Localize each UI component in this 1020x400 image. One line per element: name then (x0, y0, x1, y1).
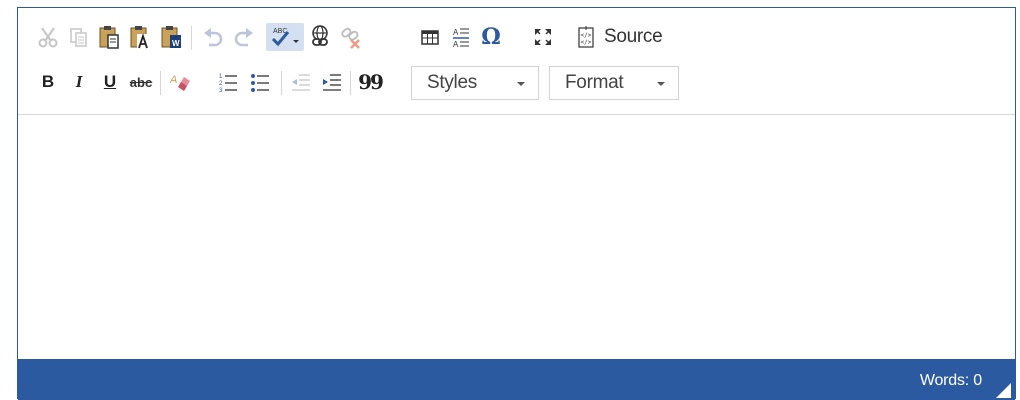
numbered-list-icon: 1 2 3 (219, 74, 237, 94)
svg-text:A: A (169, 74, 177, 86)
source-button[interactable]: </> </> Source (574, 23, 663, 51)
strikethrough-button[interactable]: abc (126, 68, 156, 96)
indent-icon (323, 74, 341, 91)
paste-button[interactable] (97, 23, 123, 51)
paste-from-word-button[interactable]: W (159, 23, 185, 51)
blockquote-button[interactable]: 99 (357, 68, 384, 96)
svg-text:3: 3 (219, 88, 223, 94)
toolbar-separator (350, 71, 351, 95)
copy-icon (70, 28, 87, 47)
format-dropdown-value: Format (565, 72, 624, 93)
unlink-icon (341, 27, 360, 49)
special-character-icon: Ω (481, 24, 501, 50)
paste-text-button[interactable] (128, 23, 154, 51)
indent-button[interactable] (319, 68, 345, 96)
svg-text:</>: </> (581, 32, 592, 39)
resize-handle-icon[interactable] (996, 383, 1011, 398)
svg-text:A: A (453, 40, 459, 49)
cut-icon (38, 27, 58, 48)
bold-button[interactable]: B (35, 68, 61, 96)
copy-button[interactable] (66, 23, 92, 51)
cut-button[interactable] (35, 23, 61, 51)
styles-dropdown-value: Styles (427, 72, 477, 93)
blockquote-icon: 99 (358, 70, 384, 94)
special-character-button[interactable]: Ω (478, 23, 504, 51)
italic-icon: I (75, 72, 83, 91)
bold-icon: B (41, 72, 55, 91)
source-icon: </> </> (578, 26, 594, 48)
spellcheck-icon: ABC (271, 28, 299, 47)
italic-button[interactable]: I (66, 68, 92, 96)
toolbar-separator (191, 26, 192, 50)
source-label: Source (604, 26, 663, 47)
svg-text:1: 1 (219, 74, 223, 80)
underline-icon: U (103, 72, 117, 91)
paste-from-word-icon: W (161, 26, 181, 48)
table-button[interactable] (417, 23, 443, 51)
link-icon (312, 25, 328, 46)
remove-format-icon: A (169, 74, 190, 91)
horizontal-rule-icon: A A (453, 28, 469, 49)
editor-content-area[interactable] (18, 115, 1015, 359)
bulleted-list-icon (251, 74, 269, 92)
toolbar-separator (160, 71, 161, 95)
svg-text:W: W (172, 39, 180, 48)
chevron-down-icon (517, 82, 525, 86)
unlink-button[interactable] (338, 23, 364, 51)
maximize-icon (535, 29, 551, 45)
svg-text:A: A (453, 28, 459, 37)
rich-text-editor: W ABC A A Ω </> </> Source B I U abc A 1… (17, 7, 1016, 400)
strikethrough-icon: abc (129, 74, 153, 90)
svg-text:</>: </> (581, 39, 592, 46)
outdent-icon (292, 74, 310, 91)
underline-button[interactable]: U (97, 68, 123, 96)
svg-text:2: 2 (219, 81, 223, 87)
format-dropdown[interactable]: Format (549, 66, 679, 100)
chevron-down-icon (657, 82, 665, 86)
editor-toolbar: W ABC A A Ω </> </> Source B I U abc A 1… (18, 8, 1015, 115)
undo-icon (204, 28, 223, 47)
editor-statusbar: Words: 0 (18, 359, 1015, 400)
paste-text-icon (130, 26, 150, 49)
undo-button[interactable] (200, 23, 226, 51)
maximize-button[interactable] (530, 23, 556, 51)
outdent-button[interactable] (288, 68, 314, 96)
spellcheck-button[interactable]: ABC (266, 23, 304, 51)
numbered-list-button[interactable]: 1 2 3 (215, 68, 241, 96)
toolbar-separator (281, 71, 282, 95)
paste-icon (99, 26, 119, 49)
redo-button[interactable] (231, 23, 257, 51)
remove-format-button[interactable]: A (167, 68, 193, 96)
link-button[interactable] (307, 23, 333, 51)
redo-icon (234, 28, 253, 47)
bulleted-list-button[interactable] (247, 68, 273, 96)
table-icon (421, 30, 439, 45)
styles-dropdown[interactable]: Styles (411, 66, 539, 100)
horizontal-rule-button[interactable]: A A (448, 23, 474, 51)
word-count: Words: 0 (919, 372, 982, 389)
